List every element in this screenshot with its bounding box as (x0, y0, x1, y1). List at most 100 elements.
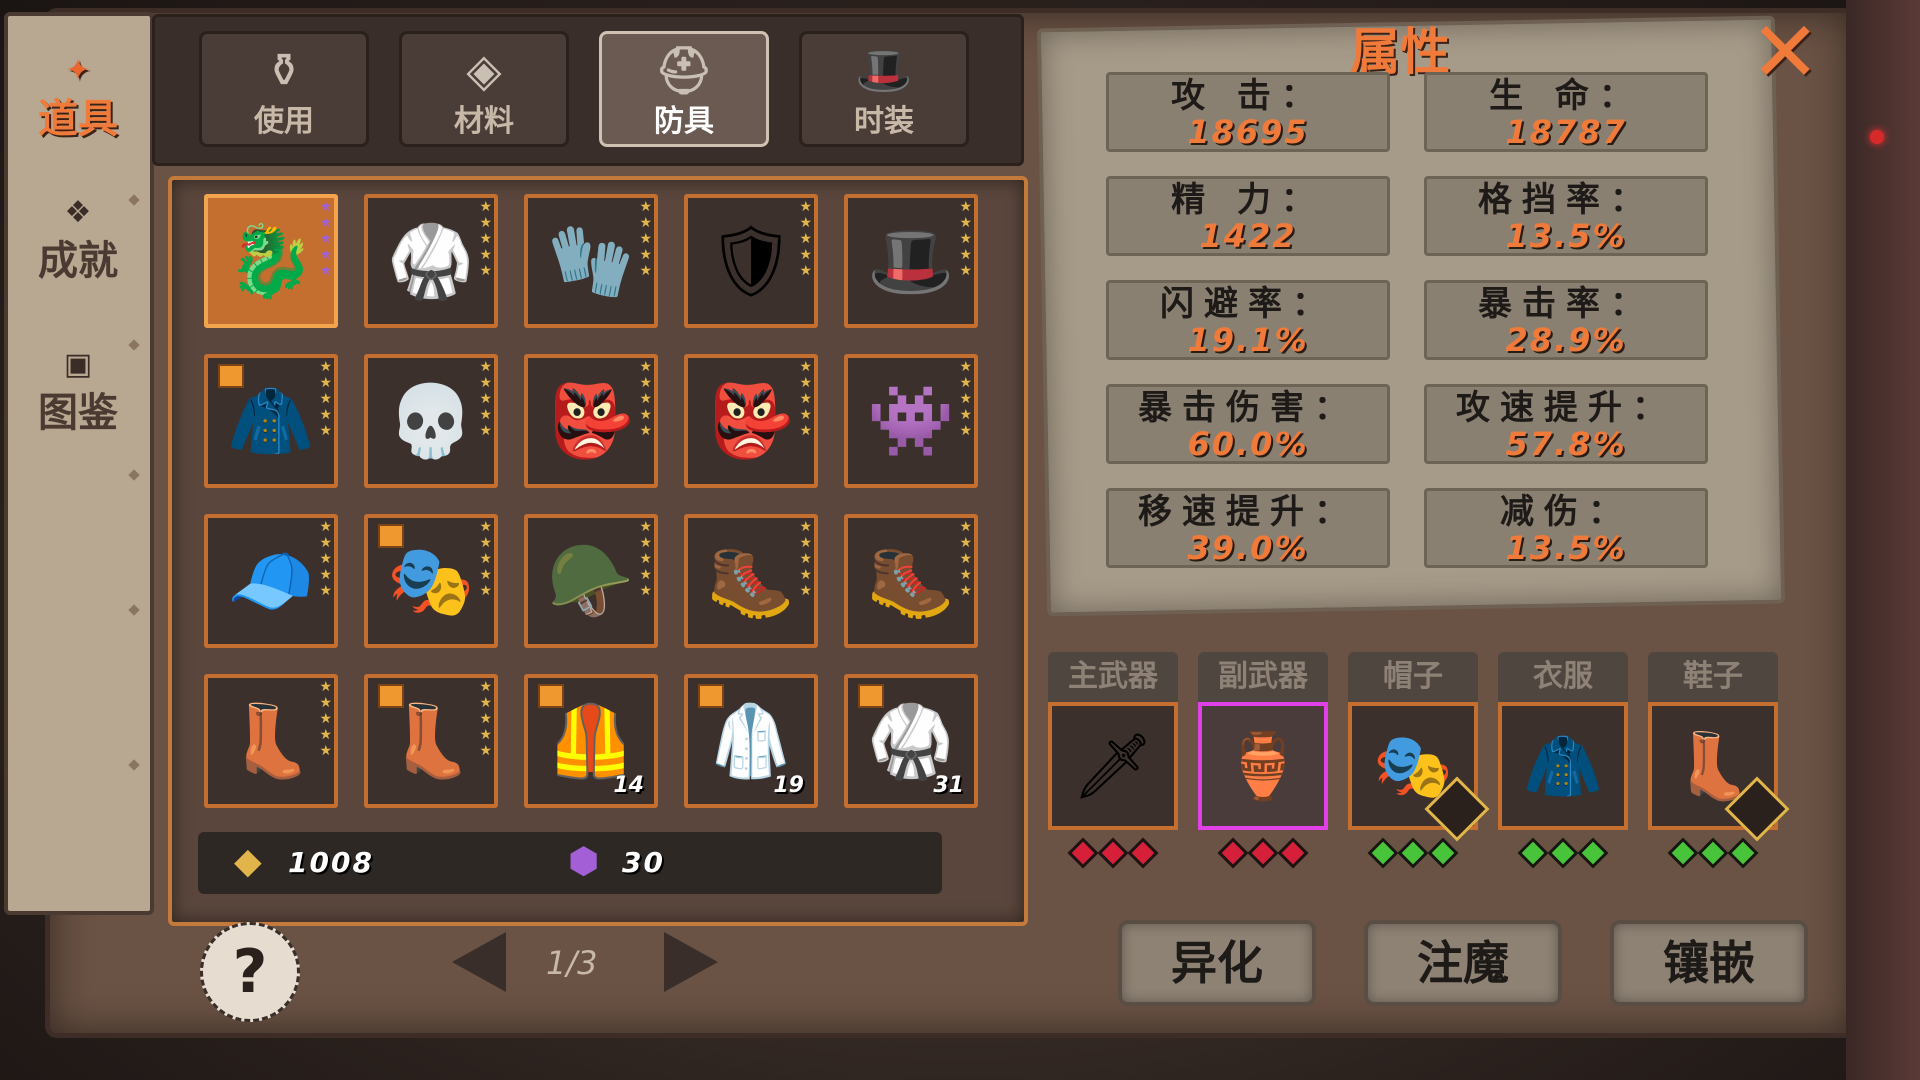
tab-use[interactable]: ⚱ 使用 (199, 31, 369, 147)
star-icon: ★ (799, 407, 812, 423)
inventory-slot[interactable]: 🪖 ★ ★ ★ ★ ★ (524, 514, 658, 648)
equip-column: 副武器 🏺 (1198, 652, 1328, 869)
divider-diamond (128, 604, 140, 616)
stat-value: 60.0% (1187, 425, 1309, 463)
new-flag-icon (538, 684, 564, 708)
inventory-slot[interactable]: 👢 ★ ★ ★ ★ ★ (364, 674, 498, 808)
item-art-icon: 🎩 (867, 220, 955, 302)
rarity-stars: ★ ★ ★ ★ ★ (319, 520, 332, 598)
item-art-icon: 🧥 (227, 380, 315, 462)
inventory-slot[interactable]: 🐉 ★ ★ ★ ★ ★ (204, 194, 338, 328)
inventory-slot[interactable]: 🎩 ★ ★ ★ ★ ★ (844, 194, 978, 328)
star-icon: ★ (639, 423, 652, 439)
star-icon: ★ (959, 215, 972, 231)
item-art-icon: 🛡 (706, 220, 796, 302)
alienate-button[interactable]: 异化 (1118, 920, 1316, 1006)
inventory-slot[interactable]: 👺 ★ ★ ★ ★ ★ (684, 354, 818, 488)
star-icon: ★ (639, 583, 652, 599)
item-art-icon: 🥼 (707, 700, 795, 782)
question-icon: ? (232, 937, 268, 1007)
enchant-button[interactable]: 注魔 (1364, 920, 1562, 1006)
star-icon: ★ (319, 359, 332, 375)
equip-slot[interactable]: 🗡 (1048, 702, 1178, 830)
inventory-slot[interactable]: 👾 ★ ★ ★ ★ ★ (844, 354, 978, 488)
sidebar-item-achievements[interactable]: ❖ 成就 (22, 184, 134, 299)
star-icon: ★ (319, 247, 332, 263)
new-flag-icon (698, 684, 724, 708)
inventory-slot[interactable]: 🥾 ★ ★ ★ ★ ★ (844, 514, 978, 648)
inventory-slot[interactable]: 🧥 ★ ★ ★ ★ ★ (204, 354, 338, 488)
equip-slot[interactable]: 🏺 (1198, 702, 1328, 830)
inventory-slot[interactable]: 🦺 14 (524, 674, 658, 808)
inventory-slot[interactable]: 💀 ★ ★ ★ ★ ★ (364, 354, 498, 488)
star-icon: ★ (479, 375, 492, 391)
star-icon: ★ (959, 199, 972, 215)
stat-label: 减伤： (1500, 492, 1632, 532)
prev-page-button[interactable] (452, 932, 506, 992)
star-icon: ★ (479, 423, 492, 439)
star-icon: ★ (319, 519, 332, 535)
item-art-icon: 🐉 (227, 220, 315, 302)
star-icon: ★ (479, 551, 492, 567)
equip-slot[interactable]: 👢 (1648, 702, 1790, 842)
sidebar-item-items[interactable]: ✦ 道具 (22, 42, 134, 157)
star-icon: ★ (479, 535, 492, 551)
star-icon: ★ (319, 231, 332, 247)
rarity-stars: ★ ★ ★ ★ ★ (799, 520, 812, 598)
achievement-emblem-icon: ❖ (64, 194, 92, 230)
tab-armor[interactable]: ⛑ 防具 (599, 31, 769, 147)
tab-label: 防具 (654, 104, 714, 139)
close-button[interactable]: ✕ (1750, 10, 1820, 94)
inventory-slot[interactable]: 👺 ★ ★ ★ ★ ★ (524, 354, 658, 488)
inventory-slot[interactable]: 🎭 ★ ★ ★ ★ ★ (364, 514, 498, 648)
gem-sockets (1198, 837, 1328, 869)
new-flag-icon (378, 524, 404, 548)
tab-materials[interactable]: ◈ 材料 (399, 31, 569, 147)
star-icon: ★ (959, 247, 972, 263)
rarity-stars: ★ ★ ★ ★ ★ (639, 520, 652, 598)
gold-crystal-icon: ◆ (234, 841, 262, 882)
item-art-icon: 👺 (707, 380, 795, 462)
star-icon: ★ (479, 711, 492, 727)
equip-slot[interactable]: 🧥 (1498, 702, 1628, 830)
star-icon: ★ (959, 583, 972, 599)
top-hat-icon: 🎩 (855, 43, 913, 98)
new-flag-icon (378, 684, 404, 708)
inventory-slot[interactable]: 🧤 ★ ★ ★ ★ ★ (524, 194, 658, 328)
star-icon: ★ (639, 391, 652, 407)
star-icon: ★ (639, 567, 652, 583)
potion-bottle-icon: ⚱ (264, 43, 304, 98)
sidebar-item-codex[interactable]: ▣ 图鉴 (22, 336, 134, 451)
star-icon: ★ (319, 375, 332, 391)
inlay-button[interactable]: 镶嵌 (1610, 920, 1808, 1006)
inventory-slot[interactable]: 🥋 31 (844, 674, 978, 808)
stat-value: 13.5% (1505, 217, 1627, 255)
equip-slot-label: 主武器 (1048, 652, 1178, 702)
stat-label: 移速提升： (1138, 492, 1358, 532)
star-icon: ★ (959, 391, 972, 407)
item-count: 19 (773, 773, 804, 798)
item-art-icon: 💀 (387, 380, 475, 462)
inventory-slot[interactable]: 🥋 ★ ★ ★ ★ ★ (364, 194, 498, 328)
inventory-slot[interactable]: 🛡 ★ ★ ★ ★ ★ (684, 194, 818, 328)
inventory-slot[interactable]: 👢 ★ ★ ★ ★ ★ (204, 674, 338, 808)
equip-column: 帽子 🎭 (1348, 652, 1490, 869)
new-flag-icon (218, 364, 244, 388)
star-icon: ★ (639, 535, 652, 551)
item-art-icon: 🎭 (387, 540, 475, 622)
stat-label: 暴击率： (1478, 284, 1654, 324)
inventory-slot[interactable]: 🥾 ★ ★ ★ ★ ★ (684, 514, 818, 648)
next-page-button[interactable] (664, 932, 718, 992)
equip-slot[interactable]: 🎭 (1348, 702, 1490, 842)
star-icon: ★ (319, 695, 332, 711)
inventory-slot[interactable]: 🧢 ★ ★ ★ ★ ★ (204, 514, 338, 648)
star-icon: ★ (799, 423, 812, 439)
equip-column: 衣服 🧥 (1498, 652, 1628, 869)
ore-material-icon: ◈ (466, 43, 502, 98)
stat-box: 移速提升： 39.0% (1106, 488, 1390, 568)
gem-socket-icon (1067, 837, 1099, 869)
star-icon: ★ (959, 423, 972, 439)
inventory-slot[interactable]: 🥼 19 (684, 674, 818, 808)
help-button[interactable]: ? (200, 922, 300, 1022)
tab-fashion[interactable]: 🎩 时装 (799, 31, 969, 147)
